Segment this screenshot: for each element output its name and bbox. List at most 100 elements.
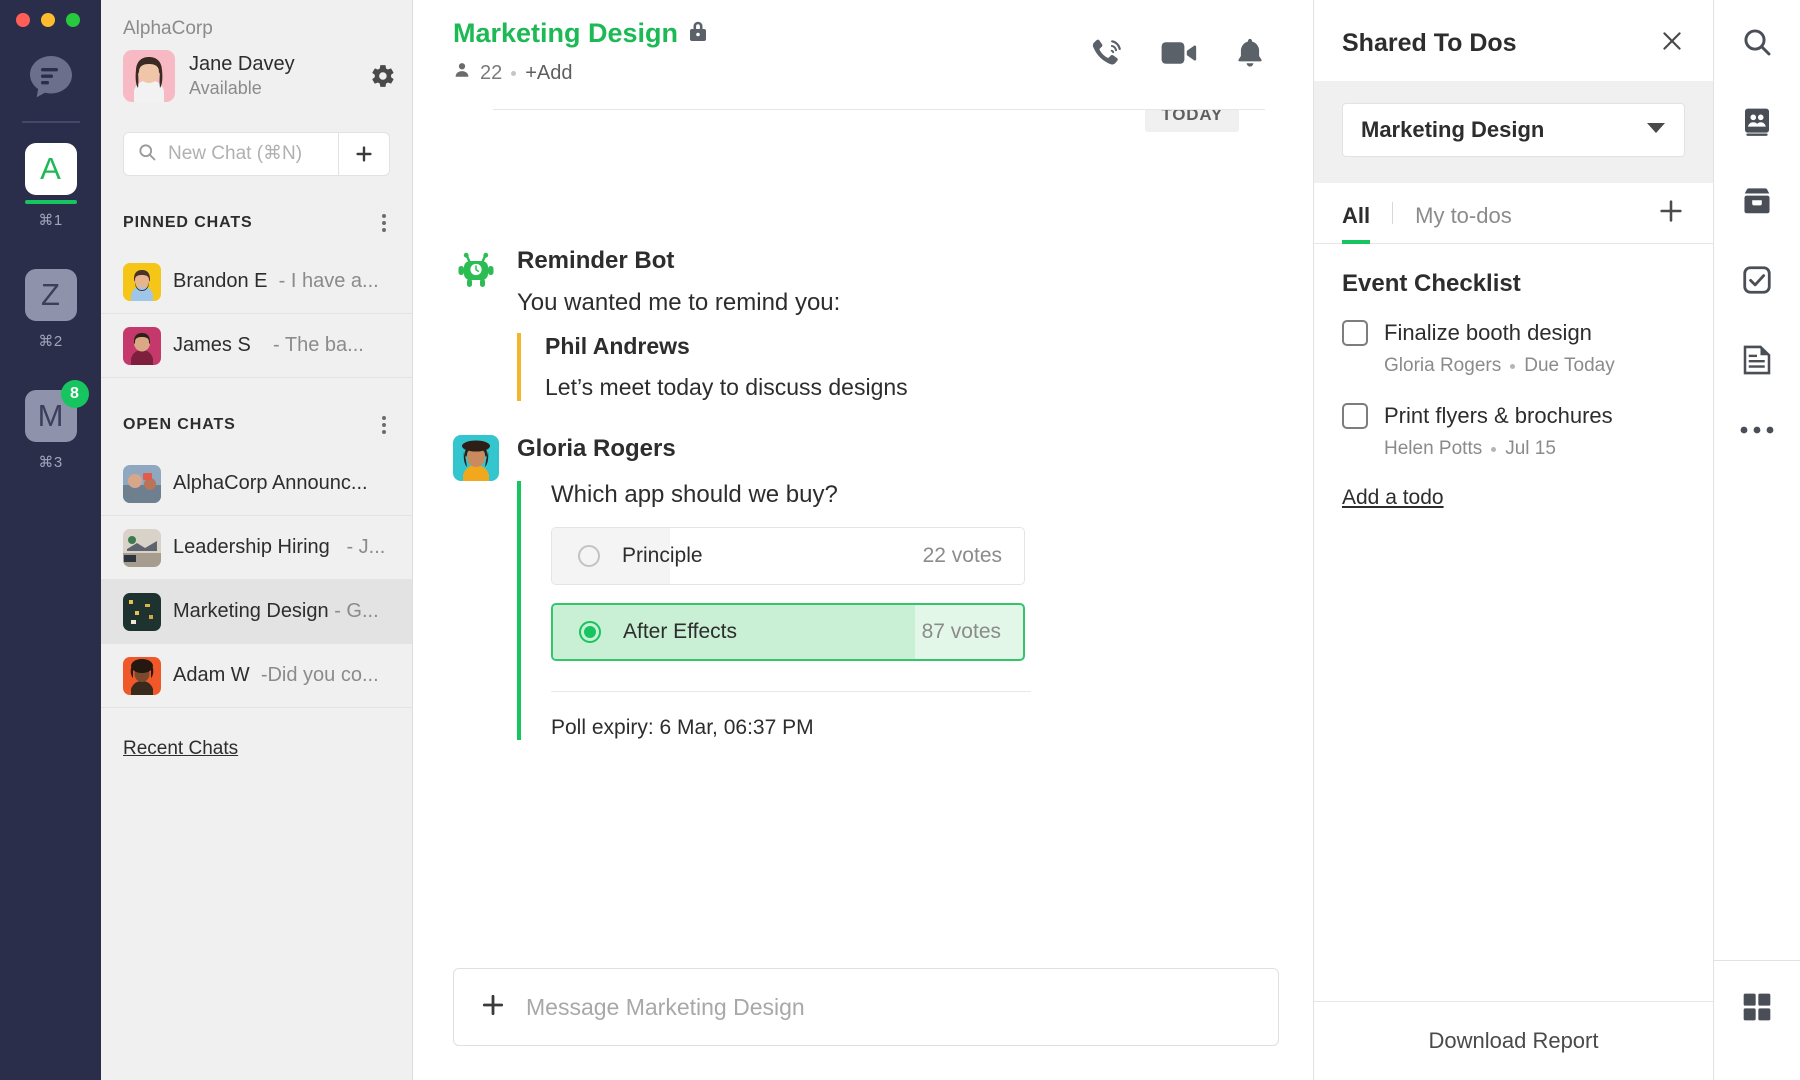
unread-badge: 8 (60, 380, 89, 408)
checkbox-icon[interactable] (1342, 403, 1368, 429)
add-a-todo-link[interactable]: Add a todo (1342, 486, 1685, 510)
checkbox-icon[interactable] (1342, 320, 1368, 346)
chat-list-item-leadership-hiring[interactable]: Leadership Hiring - J... (101, 516, 412, 580)
window-close-button[interactable] (16, 13, 30, 27)
message-body: Gloria Rogers Which app should we buy? P… (517, 435, 1279, 740)
tab-all[interactable]: All (1342, 183, 1371, 244)
current-user-row[interactable]: Jane Davey Available (101, 40, 412, 102)
radio-icon[interactable] (578, 545, 600, 567)
chevron-down-icon[interactable] (1646, 121, 1666, 140)
message-composer[interactable] (453, 968, 1279, 1046)
workspace-item-a[interactable]: A ⌘1 (24, 143, 77, 229)
more-options-icon[interactable] (1740, 424, 1774, 436)
new-chat-button[interactable] (338, 132, 390, 176)
current-user-name: Jane Davey (189, 52, 295, 75)
chat-list-item-label: Brandon E - I have a... (173, 270, 379, 292)
current-user-status: Available (189, 77, 262, 98)
todo-check-icon[interactable] (1741, 264, 1773, 296)
section-header-open: OPEN CHATS (101, 378, 412, 452)
poll-option-after-effects[interactable]: After Effects 87 votes (551, 603, 1025, 661)
chat-list-sidebar: AlphaCorp Jane Davey Available New Chat … (101, 0, 413, 1080)
search-icon (137, 142, 157, 167)
phone-call-icon[interactable] (1089, 36, 1123, 75)
section-options-icon[interactable] (378, 210, 390, 236)
search-icon[interactable] (1741, 26, 1773, 58)
download-report-button[interactable]: Download Report (1314, 1001, 1713, 1080)
video-camera-icon[interactable] (1161, 39, 1197, 72)
tab-my-todos[interactable]: My to-dos (1415, 183, 1512, 243)
chat-list-item-label: Marketing Design - G... (173, 600, 379, 622)
workspace-letter: M (37, 398, 64, 433)
workspace-tile[interactable]: Z (24, 269, 77, 321)
chat-list-item-label: AlphaCorp Announc... (173, 472, 368, 494)
message-text: You wanted me to remind you: (517, 289, 841, 316)
workspace-shortcut: ⌘3 (38, 454, 63, 471)
contacts-icon[interactable] (1741, 106, 1773, 138)
workspace-item-z[interactable]: Z ⌘2 (24, 269, 77, 350)
window-traffic-lights (16, 13, 80, 27)
recent-chats-link[interactable]: Recent Chats (101, 708, 412, 760)
poll-option-label: Principle (622, 544, 703, 567)
shared-todos-panel: Shared To Dos Marketing Design All My to… (1313, 0, 1713, 1080)
chat-header: Marketing Design 22 +Add (413, 0, 1313, 110)
avatar (123, 656, 161, 695)
workspace-item-m[interactable]: M 8 ⌘3 (24, 380, 89, 471)
poll-card: Which app should we buy? Principle 22 vo… (517, 481, 1279, 740)
flock-logo-icon (23, 49, 79, 105)
workspace-list: A ⌘1 Z ⌘2 M 8 ⌘3 (0, 143, 101, 489)
gear-icon[interactable] (370, 63, 396, 89)
radio-icon-selected[interactable] (579, 621, 601, 643)
plus-icon[interactable] (480, 992, 506, 1023)
avatar (123, 262, 161, 301)
section-options-icon[interactable] (378, 412, 390, 438)
add-members-button[interactable]: +Add (525, 62, 572, 85)
todo-item-finalize-booth-design[interactable]: Finalize booth design Gloria Rogers Due … (1342, 320, 1685, 377)
workspace-tile[interactable]: M 8 (24, 380, 89, 442)
rail-divider (21, 121, 80, 123)
member-count: 22 (480, 61, 503, 84)
todo-scope-picker[interactable]: Marketing Design (1342, 103, 1685, 157)
todo-scope-value: Marketing Design (1361, 117, 1545, 142)
chat-list-item-adam-w[interactable]: Adam W -Did you co... (101, 644, 412, 708)
archive-icon[interactable] (1741, 186, 1773, 216)
workspace-shortcut: ⌘2 (38, 333, 63, 350)
todos-title: Shared To Dos (1342, 29, 1517, 57)
search-box[interactable] (123, 132, 338, 176)
app-window: A ⌘1 Z ⌘2 M 8 ⌘3 AlphaCorp Jane Davey Av… (0, 0, 1800, 1080)
poll-question: Which app should we buy? (551, 481, 838, 508)
search-row (123, 132, 390, 176)
bell-icon[interactable] (1235, 37, 1265, 74)
todo-item-print-flyers-brochures[interactable]: Print flyers & brochures Helen Potts Jul… (1342, 403, 1685, 460)
add-todo-icon[interactable] (1657, 197, 1685, 230)
chat-header-actions (1089, 18, 1279, 75)
date-divider-wrap: TODAY (453, 110, 1279, 132)
todo-item-title: Print flyers & brochures (1384, 403, 1613, 428)
search-input[interactable] (168, 143, 325, 165)
apps-grid-icon[interactable] (1713, 960, 1800, 1080)
workspace-tile[interactable]: A (24, 143, 77, 195)
avatar (123, 592, 161, 631)
chat-list-item-james-s[interactable]: James S - The ba... (101, 314, 412, 378)
message-input[interactable] (526, 993, 1252, 1021)
notes-icon[interactable] (1742, 344, 1772, 376)
chat-list-item-alphacorp-announcements[interactable]: AlphaCorp Announc... (101, 452, 412, 516)
window-maximize-button[interactable] (66, 13, 80, 27)
chat-list-item-label: James S - The ba... (173, 334, 364, 356)
poll-option-label: After Effects (623, 620, 737, 643)
reminder-bot-avatar (453, 247, 499, 293)
chat-list-item-brandon-e[interactable]: Brandon E - I have a... (101, 250, 412, 314)
close-icon[interactable] (1659, 28, 1685, 59)
right-tool-rail (1713, 0, 1800, 1080)
message-reminder-bot: Reminder Bot You wanted me to remind you… (453, 247, 1279, 401)
poll-option-votes: 22 votes (922, 544, 1002, 567)
chat-list-item-marketing-design[interactable]: Marketing Design - G... (101, 580, 412, 644)
current-user-text: Jane Davey Available (189, 52, 370, 100)
todo-item-meta: Helen Potts Jul 15 (1384, 438, 1685, 460)
chat-main-panel: Marketing Design 22 +Add TODAY Reminder … (413, 0, 1313, 1080)
poll-option-principle[interactable]: Principle 22 votes (551, 527, 1025, 585)
window-minimize-button[interactable] (41, 13, 55, 27)
quoted-sender: Phil Andrews (545, 333, 690, 359)
quoted-message: Phil Andrews Let’s meet today to discuss… (517, 333, 1279, 401)
message-gloria-rogers: Gloria Rogers Which app should we buy? P… (453, 435, 1279, 740)
message-list: TODAY Reminder Bot You wanted me to remi… (413, 110, 1313, 968)
